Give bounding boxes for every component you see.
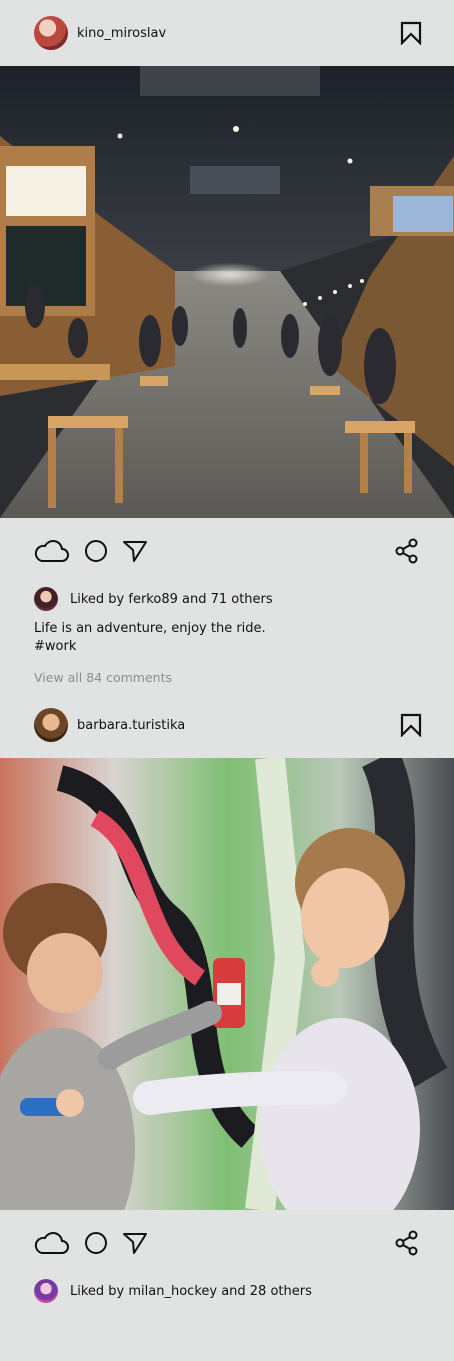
share-icon[interactable]	[394, 538, 420, 564]
caption: Life is an adventure, enjoy the ride. #w…	[0, 614, 454, 656]
likes-row: Liked by milan_hockey and 28 others	[0, 1276, 454, 1306]
share-icon[interactable]	[394, 1230, 420, 1256]
send-arrow-icon[interactable]	[122, 538, 148, 564]
user-avatar[interactable]	[34, 16, 68, 50]
likes-row: Liked by ferko89 and 71 others	[0, 584, 454, 614]
feed: kino_miroslav Liked by ferko89 and 71 ot…	[0, 0, 454, 1306]
view-comments-link[interactable]: View all 84 comments	[0, 656, 454, 692]
liker-avatar[interactable]	[34, 587, 58, 611]
post-header: barbara.turistika	[0, 692, 454, 758]
caption-text: Life is an adventure, enjoy the ride.	[34, 621, 266, 636]
post: kino_miroslav Liked by ferko89 and 71 ot…	[0, 0, 454, 692]
comment-circle-icon[interactable]	[83, 1230, 109, 1256]
user-avatar[interactable]	[34, 708, 68, 742]
liked-by-text[interactable]: Liked by milan_hockey and 28 others	[70, 1284, 312, 1299]
cloud-like-icon[interactable]	[34, 538, 70, 564]
bookmark-icon[interactable]	[400, 21, 422, 45]
bookmark-icon[interactable]	[400, 713, 422, 737]
post-actions	[0, 518, 454, 584]
post-actions	[0, 1210, 454, 1276]
children-graffiti-photo[interactable]	[0, 758, 454, 1210]
post: barbara.turistika Liked by milan_hockey …	[0, 692, 454, 1306]
comment-circle-icon[interactable]	[83, 538, 109, 564]
post-header: kino_miroslav	[0, 0, 454, 66]
food-court-photo[interactable]	[0, 66, 454, 518]
username[interactable]: barbara.turistika	[77, 718, 400, 733]
hashtag[interactable]: #work	[34, 638, 420, 656]
cloud-like-icon[interactable]	[34, 1230, 70, 1256]
send-arrow-icon[interactable]	[122, 1230, 148, 1256]
liker-avatar[interactable]	[34, 1279, 58, 1303]
liked-by-text[interactable]: Liked by ferko89 and 71 others	[70, 592, 273, 607]
username[interactable]: kino_miroslav	[77, 26, 400, 41]
